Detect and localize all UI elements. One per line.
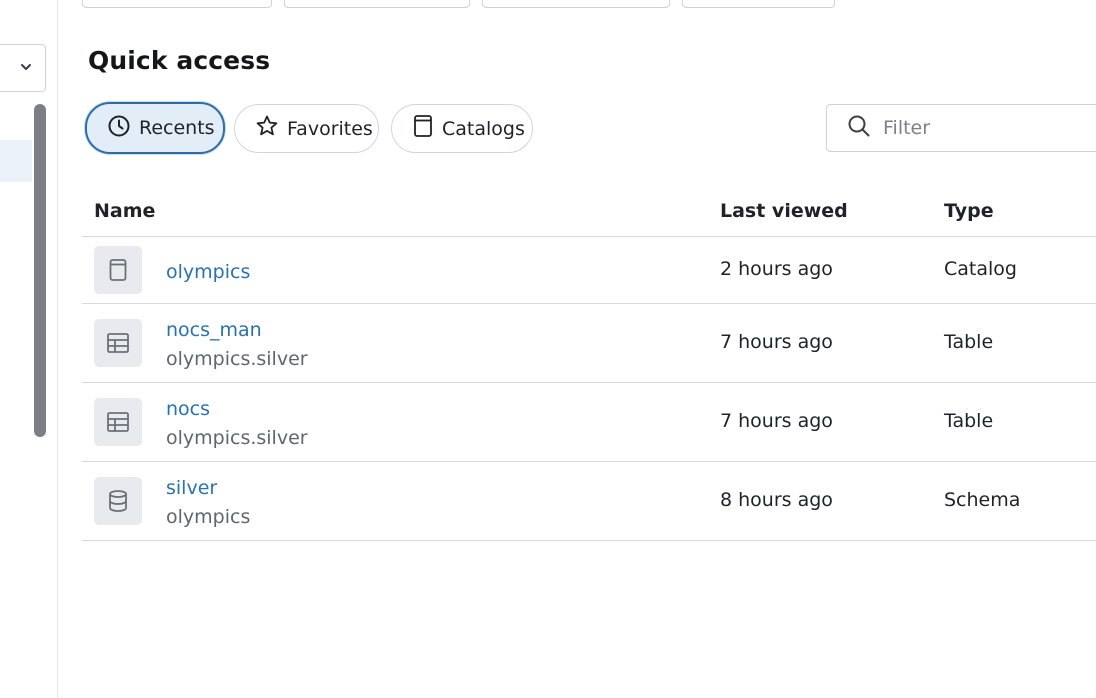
- sidebar-scrollbar[interactable]: [34, 104, 46, 437]
- tab-label: Recents: [139, 117, 215, 139]
- sidebar-selected-item[interactable]: [0, 140, 32, 182]
- table-icon: [94, 319, 142, 367]
- top-button-1[interactable]: [82, 0, 272, 8]
- column-header-last-viewed[interactable]: Last viewed: [720, 200, 848, 222]
- row-type: Catalog: [944, 258, 1017, 280]
- section-title: Quick access: [88, 46, 271, 75]
- recents-table: Name Last viewed Type olympics 2 hours a…: [82, 186, 1096, 541]
- table-row[interactable]: nocs_man olympics.silver 7 hours ago Tab…: [82, 304, 1096, 383]
- row-type: Table: [944, 410, 994, 432]
- row-subtitle: olympics.silver: [166, 348, 308, 370]
- star-icon: [255, 114, 279, 143]
- row-name-link[interactable]: nocs: [166, 396, 308, 422]
- table-header: Name Last viewed Type: [82, 186, 1096, 237]
- row-last-viewed: 8 hours ago: [720, 489, 833, 511]
- schema-icon: [94, 477, 142, 525]
- filter-box[interactable]: [826, 104, 1096, 152]
- row-name-link[interactable]: nocs_man: [166, 317, 308, 343]
- row-type: Schema: [944, 489, 1021, 511]
- row-last-viewed: 2 hours ago: [720, 258, 833, 280]
- tab-label: Favorites: [287, 117, 373, 140]
- row-name-block: silver olympics: [166, 475, 250, 533]
- column-header-type[interactable]: Type: [944, 200, 994, 222]
- row-name-link[interactable]: olympics: [166, 259, 250, 285]
- row-name-block: olympics: [166, 259, 250, 285]
- row-last-viewed: 7 hours ago: [720, 331, 833, 353]
- chevron-down-icon: [19, 59, 33, 78]
- left-sidebar: [0, 0, 58, 698]
- table-row[interactable]: nocs olympics.silver 7 hours ago Table: [82, 383, 1096, 462]
- table-row[interactable]: silver olympics 8 hours ago Schema: [82, 462, 1096, 541]
- row-last-viewed: 7 hours ago: [720, 410, 833, 432]
- top-button-4[interactable]: [682, 0, 835, 8]
- row-name-block: nocs olympics.silver: [166, 396, 308, 454]
- top-button-2[interactable]: [284, 0, 470, 8]
- row-name-link[interactable]: silver: [166, 475, 250, 501]
- column-header-name[interactable]: Name: [94, 200, 155, 222]
- tab-label: Catalogs: [442, 117, 525, 140]
- row-subtitle: olympics: [166, 506, 251, 528]
- clock-icon: [107, 114, 131, 143]
- tab-recents[interactable]: Recents: [85, 102, 225, 154]
- tab-catalogs[interactable]: Catalogs: [391, 104, 533, 153]
- catalog-icon: [94, 246, 142, 294]
- tab-favorites[interactable]: Favorites: [234, 104, 379, 153]
- table-icon: [94, 398, 142, 446]
- row-subtitle: olympics.silver: [166, 427, 308, 449]
- top-button-3[interactable]: [482, 0, 670, 8]
- catalog-icon: [412, 114, 434, 143]
- table-row[interactable]: olympics 2 hours ago Catalog: [82, 237, 1096, 304]
- row-type: Table: [944, 331, 994, 353]
- sidebar-dropdown[interactable]: [0, 44, 46, 92]
- row-name-block: nocs_man olympics.silver: [166, 317, 308, 375]
- search-icon: [847, 114, 871, 142]
- filter-input[interactable]: [883, 117, 1096, 139]
